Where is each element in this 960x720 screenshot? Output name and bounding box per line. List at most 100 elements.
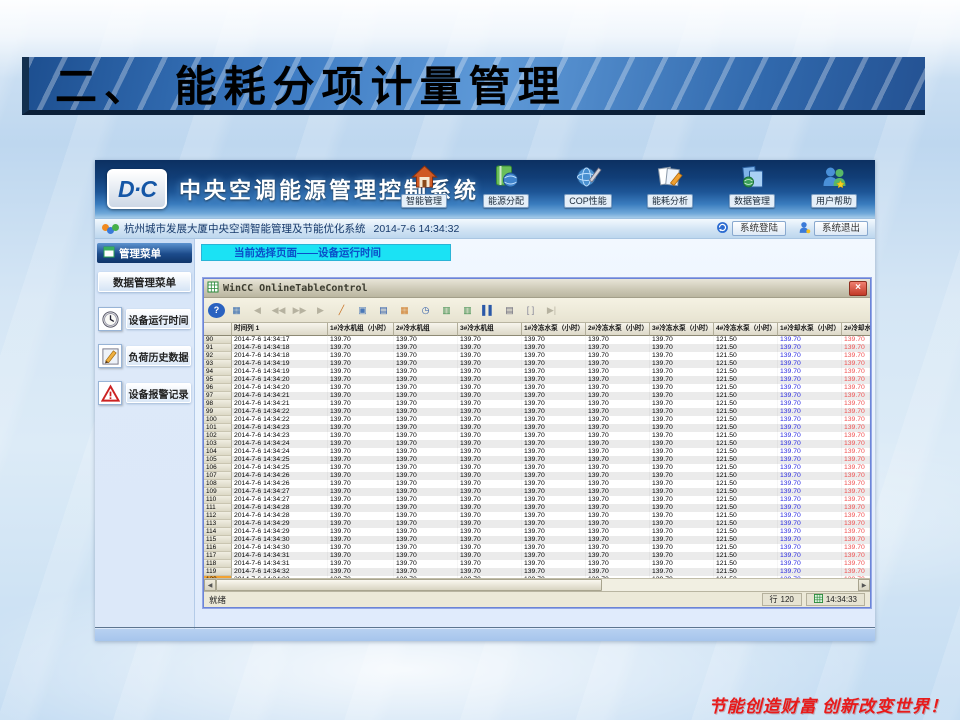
window-titlebar[interactable]: WinCC OnlineTableControl × — [204, 279, 870, 298]
row-number-cell[interactable]: 108 — [204, 480, 232, 488]
table-row[interactable]: 922014-7-6 14:34:18139.70139.70139.70139… — [204, 352, 870, 360]
export-record-icon[interactable]: ▥ — [437, 302, 456, 319]
row-number-cell[interactable]: 99 — [204, 408, 232, 416]
sidebar-item-alarm-records[interactable]: 设备报警记录 — [95, 381, 194, 405]
close-icon[interactable]: × — [849, 281, 867, 296]
table-row[interactable]: 1002014-7-6 14:34:22139.70139.70139.7013… — [204, 416, 870, 424]
table-row[interactable]: 992014-7-6 14:34:22139.70139.70139.70139… — [204, 408, 870, 416]
column-header[interactable]: 1#冷却水泵（小时） — [778, 323, 842, 336]
row-number-cell[interactable]: 114 — [204, 528, 232, 536]
row-number-cell[interactable]: 94 — [204, 368, 232, 376]
import-record-icon[interactable]: ▥ — [458, 302, 477, 319]
row-number-cell[interactable]: 107 — [204, 472, 232, 480]
table-row[interactable]: 1052014-7-6 14:34:25139.70139.70139.7013… — [204, 456, 870, 464]
row-number-cell[interactable]: 106 — [204, 464, 232, 472]
copy-icon[interactable]: ▣ — [353, 302, 372, 319]
row-number-cell[interactable]: 119 — [204, 568, 232, 576]
table-row[interactable]: 952014-7-6 14:34:20139.70139.70139.70139… — [204, 376, 870, 384]
system-login-button[interactable]: 系统登陆 — [716, 221, 786, 237]
row-number-cell[interactable]: 110 — [204, 496, 232, 504]
row-number-cell[interactable]: 97 — [204, 392, 232, 400]
column-header[interactable]: 1#冷水机组（小时） — [328, 323, 394, 336]
row-number-cell[interactable]: 115 — [204, 536, 232, 544]
table-row[interactable]: 1042014-7-6 14:34:24139.70139.70139.7013… — [204, 448, 870, 456]
table-row[interactable]: 1172014-7-6 14:34:31139.70139.70139.7013… — [204, 552, 870, 560]
table-row[interactable]: 1132014-7-6 14:34:29139.70139.70139.7013… — [204, 520, 870, 528]
scroll-right-icon[interactable]: ▶ — [858, 579, 870, 591]
column-header[interactable]: 1#冷冻水泵（小时） — [522, 323, 586, 336]
table-row[interactable]: 1152014-7-6 14:34:30139.70139.70139.7013… — [204, 536, 870, 544]
row-number-cell[interactable]: 93 — [204, 360, 232, 368]
table-row[interactable]: 972014-7-6 14:34:21139.70139.70139.70139… — [204, 392, 870, 400]
scroll-left-icon[interactable]: ◀ — [204, 579, 216, 591]
table-row[interactable]: 962014-7-6 14:34:20139.70139.70139.70139… — [204, 384, 870, 392]
time-range-icon[interactable]: ▦ — [395, 302, 414, 319]
table-row[interactable]: 1162014-7-6 14:34:30139.70139.70139.7013… — [204, 544, 870, 552]
row-number-cell[interactable]: 116 — [204, 544, 232, 552]
table-row[interactable]: 1112014-7-6 14:34:28139.70139.70139.7013… — [204, 504, 870, 512]
column-header[interactable]: 4#冷冻水泵（小时） — [714, 323, 778, 336]
row-number-cell[interactable]: 117 — [204, 552, 232, 560]
table-row[interactable]: 1102014-7-6 14:34:27139.70139.70139.7013… — [204, 496, 870, 504]
column-header[interactable]: 时间列 1 — [232, 323, 328, 336]
row-number-cell[interactable]: 109 — [204, 488, 232, 496]
row-number-cell[interactable]: 90 — [204, 336, 232, 344]
nav-item-cop-performance[interactable]: COP性能 — [553, 164, 623, 208]
table-row[interactable]: 932014-7-6 14:34:19139.70139.70139.70139… — [204, 360, 870, 368]
timer-clock-icon[interactable]: ◷ — [416, 302, 435, 319]
table-row[interactable]: 982014-7-6 14:34:21139.70139.70139.70139… — [204, 400, 870, 408]
row-number-cell[interactable]: 118 — [204, 560, 232, 568]
sidebar-item-device-runtime[interactable]: 设备运行时间 — [95, 307, 194, 331]
pause-icon[interactable]: ▌▌ — [479, 302, 498, 319]
column-header[interactable]: 2#冷冻水泵（小时） — [586, 323, 650, 336]
table-row[interactable]: 1082014-7-6 14:34:26139.70139.70139.7013… — [204, 480, 870, 488]
nav-item-energy-analysis[interactable]: 能耗分析 — [635, 164, 705, 208]
row-number-cell[interactable]: 91 — [204, 344, 232, 352]
row-number-cell[interactable]: 92 — [204, 352, 232, 360]
row-number-cell[interactable]: 103 — [204, 440, 232, 448]
table-row[interactable]: 1192014-7-6 14:34:32139.70139.70139.7013… — [204, 568, 870, 576]
select-data-icon[interactable]: [ ] — [521, 302, 540, 319]
table-row[interactable]: 1012014-7-6 14:34:23139.70139.70139.7013… — [204, 424, 870, 432]
row-number-cell[interactable]: 95 — [204, 376, 232, 384]
table-row[interactable]: 912014-7-6 14:34:18139.70139.70139.70139… — [204, 344, 870, 352]
column-header[interactable]: 2#冷却水泵（小时） — [842, 323, 870, 336]
table-row[interactable]: 902014-7-6 14:34:17139.70139.70139.70139… — [204, 336, 870, 344]
row-number-cell[interactable]: 105 — [204, 456, 232, 464]
row-number-cell[interactable]: 100 — [204, 416, 232, 424]
print-icon[interactable]: ▤ — [500, 302, 519, 319]
table-row[interactable]: 1062014-7-6 14:34:25139.70139.70139.7013… — [204, 464, 870, 472]
row-number-cell[interactable]: 98 — [204, 400, 232, 408]
table-row[interactable]: 942014-7-6 14:34:19139.70139.70139.70139… — [204, 368, 870, 376]
column-header[interactable]: 2#冷水机组 — [394, 323, 458, 336]
system-logout-button[interactable]: 系统退出 — [798, 221, 868, 237]
nav-item-data-management[interactable]: 数据管理 — [717, 164, 787, 208]
table-row[interactable]: 1032014-7-6 14:34:24139.70139.70139.7013… — [204, 440, 870, 448]
time-base-icon[interactable]: ▦ — [227, 302, 246, 319]
edit-pen-icon[interactable]: ╱ — [332, 302, 351, 319]
nav-item-user-help[interactable]: 用户帮助 — [799, 164, 869, 208]
table-row[interactable]: 1142014-7-6 14:34:29139.70139.70139.7013… — [204, 528, 870, 536]
nav-item-energy-allocation[interactable]: 能源分配 — [471, 164, 541, 208]
nav-item-smart-management[interactable]: 智能管理 — [389, 164, 459, 208]
sidebar-item-load-history[interactable]: 负荷历史数据 — [95, 344, 194, 368]
table-row[interactable]: 1122014-7-6 14:34:28139.70139.70139.7013… — [204, 512, 870, 520]
table-row[interactable]: 1072014-7-6 14:34:26139.70139.70139.7013… — [204, 472, 870, 480]
row-number-cell[interactable]: 102 — [204, 432, 232, 440]
sidebar-submenu-title[interactable]: 数据管理菜单 — [98, 272, 191, 292]
row-number-cell[interactable]: 101 — [204, 424, 232, 432]
column-header[interactable]: 3#冷冻水泵（小时） — [650, 323, 714, 336]
column-header[interactable]: 3#冷水机组 — [458, 323, 522, 336]
table-row[interactable]: 1182014-7-6 14:34:31139.70139.70139.7013… — [204, 560, 870, 568]
row-number-cell[interactable]: 104 — [204, 448, 232, 456]
row-number-cell[interactable]: 112 — [204, 512, 232, 520]
horizontal-scrollbar[interactable]: ◀ ▶ — [204, 578, 870, 591]
column-select-icon[interactable]: ▤ — [374, 302, 393, 319]
row-number-cell[interactable]: 111 — [204, 504, 232, 512]
row-number-cell[interactable]: 113 — [204, 520, 232, 528]
table-row[interactable]: 1022014-7-6 14:34:23139.70139.70139.7013… — [204, 432, 870, 440]
table-row[interactable]: 1092014-7-6 14:34:27139.70139.70139.7013… — [204, 488, 870, 496]
row-number-cell[interactable]: 96 — [204, 384, 232, 392]
scrollbar-thumb[interactable] — [216, 579, 602, 591]
help-icon[interactable]: ? — [208, 303, 225, 318]
